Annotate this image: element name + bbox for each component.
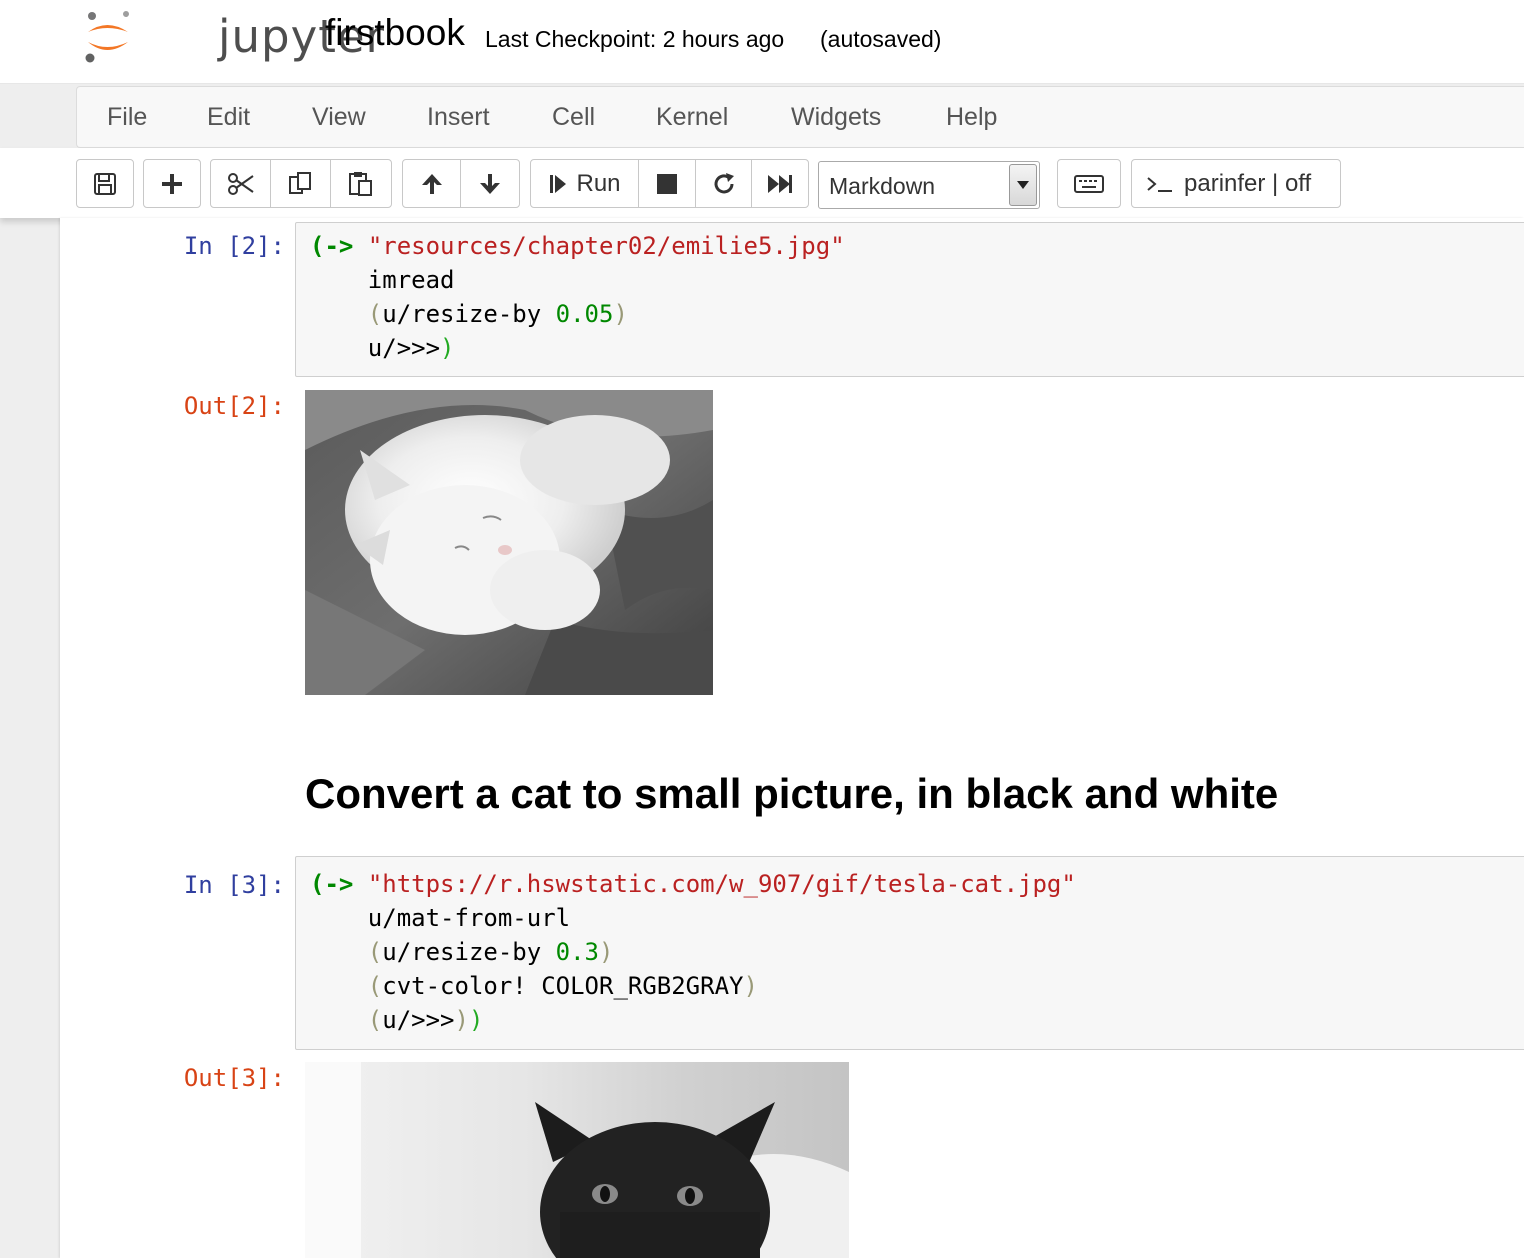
jupyter-logo-icon [85,11,129,63]
edit-group [210,159,392,208]
code-line: u/mat-from-url [367,904,571,932]
black-cat-grayscale-image [305,1062,849,1258]
fast-forward-icon [768,174,792,193]
parinfer-label: parinfer | off [1184,169,1312,197]
paste-button[interactable] [331,160,391,207]
in-prompt: In [2]: [183,232,285,260]
command-palette-button[interactable] [1058,160,1120,207]
save-group [76,159,134,208]
menu-help[interactable]: Help [946,103,997,132]
menu-cell[interactable]: Cell [552,103,595,132]
arrow-down-icon [480,173,500,194]
jupyter-logo[interactable]: jupyter [80,6,384,66]
white-cat-image [305,390,713,695]
code-editor[interactable]: (-> "https://r.hswstatic.com/w_907/gif/t… [310,867,1076,1037]
cell-type-value: Markdown [829,173,936,199]
arrow-up-icon [421,173,442,194]
keyboard-group [1057,159,1121,208]
parinfer-toggle-button[interactable]: parinfer | off [1132,160,1340,207]
terminal-icon [1147,176,1172,192]
scissors-icon [227,172,254,195]
parinfer-group: parinfer | off [1131,159,1341,208]
move-down-button[interactable] [461,160,519,207]
menu-bar: File Edit View Insert Cell Kernel Widget… [76,86,1524,148]
chevron-down-icon [1009,164,1037,206]
output-image-black-cat [305,1062,849,1258]
code-line: (u/resize-by 0.3) [367,938,614,966]
plus-icon [162,173,182,194]
code-line: u/>>>) [367,334,455,362]
save-button[interactable] [77,160,133,207]
code-line: (u/>>>)) [367,1006,484,1034]
menu-view[interactable]: View [312,103,366,132]
code-line: imread [367,266,455,294]
code-line: (cvt-color! COLOR_RGB2GRAY) [367,972,758,1000]
output-image-white-cat [305,390,713,695]
out-prompt: Out[3]: [183,1064,285,1092]
header: jupyter firstbook Last Checkpoint: 2 hou… [0,0,1524,84]
move-group [402,159,520,208]
keyboard-icon [1074,174,1104,193]
copy-icon [288,171,311,194]
notebook-title[interactable]: firstbook [325,12,465,54]
interrupt-button[interactable] [639,160,696,207]
move-up-button[interactable] [403,160,461,207]
out-prompt: Out[2]: [183,392,285,420]
menu-edit[interactable]: Edit [207,103,250,132]
insert-cell-button[interactable] [144,160,200,207]
code-cell-input[interactable]: (-> "https://r.hswstatic.com/w_907/gif/t… [295,856,1524,1050]
cell-type-select[interactable]: Markdown [818,161,1040,209]
menu-file[interactable]: File [107,103,147,132]
menu-insert[interactable]: Insert [427,103,490,132]
copy-button[interactable] [271,160,331,207]
code-editor[interactable]: (-> "resources/chapter02/emilie5.jpg" im… [310,229,845,365]
stop-icon [657,173,677,194]
run-button[interactable]: Run [531,160,639,207]
code-line: (-> "resources/chapter02/emilie5.jpg" [310,232,845,260]
run-label: Run [576,169,621,197]
restart-icon [714,172,734,193]
restart-button[interactable] [696,160,752,207]
menu-widgets[interactable]: Widgets [791,103,881,132]
markdown-heading: Convert a cat to small picture, in black… [305,770,1279,817]
toolbar: Run Markdown parinfer | off [0,148,1524,218]
run-all-button[interactable] [752,160,808,207]
step-icon [550,174,567,193]
save-icon [94,172,116,195]
notebook-container: In [2]: (-> "resources/chapter02/emilie5… [60,218,1524,1258]
run-group: Run [530,159,809,208]
checkpoint-status: Last Checkpoint: 2 hours ago [485,26,785,52]
code-line: (u/resize-by 0.05) [367,300,628,328]
code-line: (-> "https://r.hswstatic.com/w_907/gif/t… [310,870,1076,898]
code-cell-input[interactable]: (-> "resources/chapter02/emilie5.jpg" im… [295,222,1524,377]
insert-group [143,159,201,208]
autosave-status: (autosaved) [820,26,942,52]
menu-kernel[interactable]: Kernel [656,103,728,132]
in-prompt: In [3]: [183,871,285,899]
paste-icon [349,171,372,196]
cut-button[interactable] [211,160,271,207]
